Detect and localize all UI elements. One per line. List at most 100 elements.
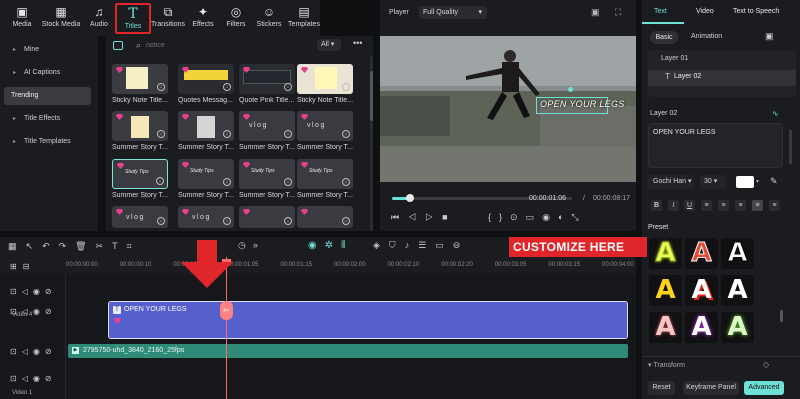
text-tool-icon[interactable]: T [112,241,127,251]
link-icon[interactable]: ∿ [772,109,779,118]
rotate-handle[interactable] [568,87,573,92]
align-left-button[interactable]: ≡ [718,200,729,211]
download-icon[interactable]: ↓ [157,217,165,225]
preset-style-4[interactable]: A [649,275,682,306]
title-template-card[interactable]: ↓ [178,111,234,141]
nav-item-mine[interactable]: ▸ Mine [4,41,91,59]
preset-style-3[interactable]: A [721,238,754,269]
download-icon[interactable]: ↓ [284,217,292,225]
display-icon[interactable]: ▭ [526,212,543,222]
resize-icon[interactable]: ⤡ [571,212,586,222]
tab-text-to-speech[interactable]: Text to Speech [733,8,779,15]
video-clip[interactable]: ▶ 2795750-uhd_3840_2160_25fps [68,344,628,358]
tab-video[interactable]: Video [696,8,714,15]
camera-icon[interactable]: ◉ [542,212,558,222]
grid-scrollbar[interactable] [370,56,373,231]
prev-frame-icon[interactable]: ⏮ [391,212,408,222]
transform-label[interactable]: ▾ Transform [648,361,685,369]
mute-icon[interactable]: ⊘ [45,287,57,296]
speaker-icon[interactable]: ◁ [22,287,33,296]
keyframe-panel-button[interactable]: Keyframe Panel [683,381,739,395]
title-clip[interactable]: T OPEN YOUR LEGS [108,301,628,339]
progress-handle[interactable] [406,194,414,202]
download-icon[interactable]: ↓ [156,177,164,185]
speed-icon[interactable]: ◷ [238,240,253,250]
snapshot-icon[interactable]: ▣ [591,7,600,18]
preset-style-8[interactable]: A [685,312,718,343]
lock-icon[interactable]: ⊡ [10,374,22,383]
stop-icon[interactable]: ■ [442,212,456,222]
align-center-button[interactable]: ≡ [735,200,746,211]
mute-icon[interactable]: ⊘ [45,347,57,356]
nav-item-title-templates[interactable]: ▸ Title Templates [4,133,91,151]
title-template-card[interactable]: Study Tips ↓ [178,159,234,189]
eye-icon[interactable]: ◉ [33,287,45,296]
delete-icon[interactable]: 🗑 [75,241,95,251]
keyframe-diamond-icon[interactable]: ◇ [763,360,769,369]
font-dropdown[interactable]: Gochi Han ▾ [648,175,694,189]
search-input[interactable] [146,39,266,51]
download-icon[interactable]: ↓ [342,178,350,186]
eyedropper-icon[interactable]: ✎ [770,176,778,187]
reset-button[interactable]: Reset [648,381,675,395]
title-template-card[interactable]: Study Tips ↓ [112,159,168,189]
quality-dropdown[interactable]: Full Quality ▾ [419,6,487,19]
undo-icon[interactable]: ↶ [42,241,59,251]
download-icon[interactable]: ↓ [157,130,165,138]
bold-button[interactable]: B [651,200,662,211]
speaker-icon[interactable]: ◁ [22,374,33,383]
title-template-card[interactable]: vlog ↓ [239,111,295,141]
preset-style-5[interactable]: A [685,275,718,306]
download-icon[interactable]: ↓ [223,130,231,138]
subtab-animation[interactable]: Animation [691,33,722,40]
crop-icon[interactable]: ⌗ [127,241,141,251]
marker-icon[interactable]: ◈ [373,240,389,250]
title-template-card[interactable]: vlog ↓ [297,111,353,141]
nav-item-title-effects[interactable]: ▸ Title Effects [4,110,91,128]
italic-button[interactable]: I [668,200,679,211]
filter-dropdown[interactable]: All ▾ [317,39,341,51]
save-preset-icon[interactable]: ▣ [765,31,774,42]
download-icon[interactable]: ↓ [157,83,165,91]
transitions-tab[interactable]: ⧉ Transitions [150,3,186,34]
link-track-icon[interactable]: ⊟ [23,262,36,271]
chevron-down-icon[interactable]: ▾ [756,178,759,185]
right-scrollbar[interactable] [789,130,792,164]
split-icon[interactable]: ⫴ [341,240,353,251]
mic-icon[interactable]: ♪ [405,240,419,250]
more-icon[interactable]: ••• [353,38,362,48]
title-template-card[interactable]: ↓ [112,64,168,94]
speaker-icon[interactable]: ◁ [22,347,33,356]
media-tab[interactable]: ▣ Media [4,3,40,34]
mark-out-icon[interactable]: } [499,212,510,222]
preset-style-1[interactable]: A [649,238,682,269]
select-icon[interactable]: ↖ [26,241,43,251]
title-template-card[interactable]: ↓ [112,111,168,141]
title-template-card[interactable]: vlog ↓ [178,206,234,228]
render-icon[interactable]: ⊙ [510,212,526,222]
download-icon[interactable]: ↓ [223,178,231,186]
add-track-icon[interactable]: ⊞ [10,262,23,271]
size-dropdown[interactable]: 30 ▾ [700,175,726,189]
eye-icon[interactable]: ◉ [33,374,45,383]
stock-media-tab[interactable]: ▦ Stock Media [40,3,82,34]
stickers-tab[interactable]: ☺ Stickers [252,3,286,34]
nav-item-trending[interactable]: Trending [4,87,91,105]
preset-style-6[interactable]: A [721,275,754,306]
lock-icon[interactable]: ⊡ [10,287,22,296]
title-template-card[interactable]: ↓ [297,206,353,228]
title-template-card[interactable]: Study Tips ↓ [239,159,295,189]
preset-scrollbar[interactable] [780,310,783,322]
mark-in-icon[interactable]: { [488,212,499,222]
title-template-card[interactable]: ↓ [239,206,295,228]
download-icon[interactable]: ↓ [342,217,350,225]
align-distribute-button[interactable]: ≡ [769,200,780,211]
folder-icon[interactable] [113,41,123,50]
fullscreen-icon[interactable]: ⛶ [615,7,621,18]
download-icon[interactable]: ↓ [223,83,231,91]
title-template-card[interactable]: ↓ [239,64,295,94]
lock-icon[interactable]: ⊡ [10,347,22,356]
scissors-icon[interactable]: ✂ [220,301,233,320]
play-icon[interactable]: ▷ [425,212,442,222]
subtab-basic[interactable]: Basic [650,31,678,44]
